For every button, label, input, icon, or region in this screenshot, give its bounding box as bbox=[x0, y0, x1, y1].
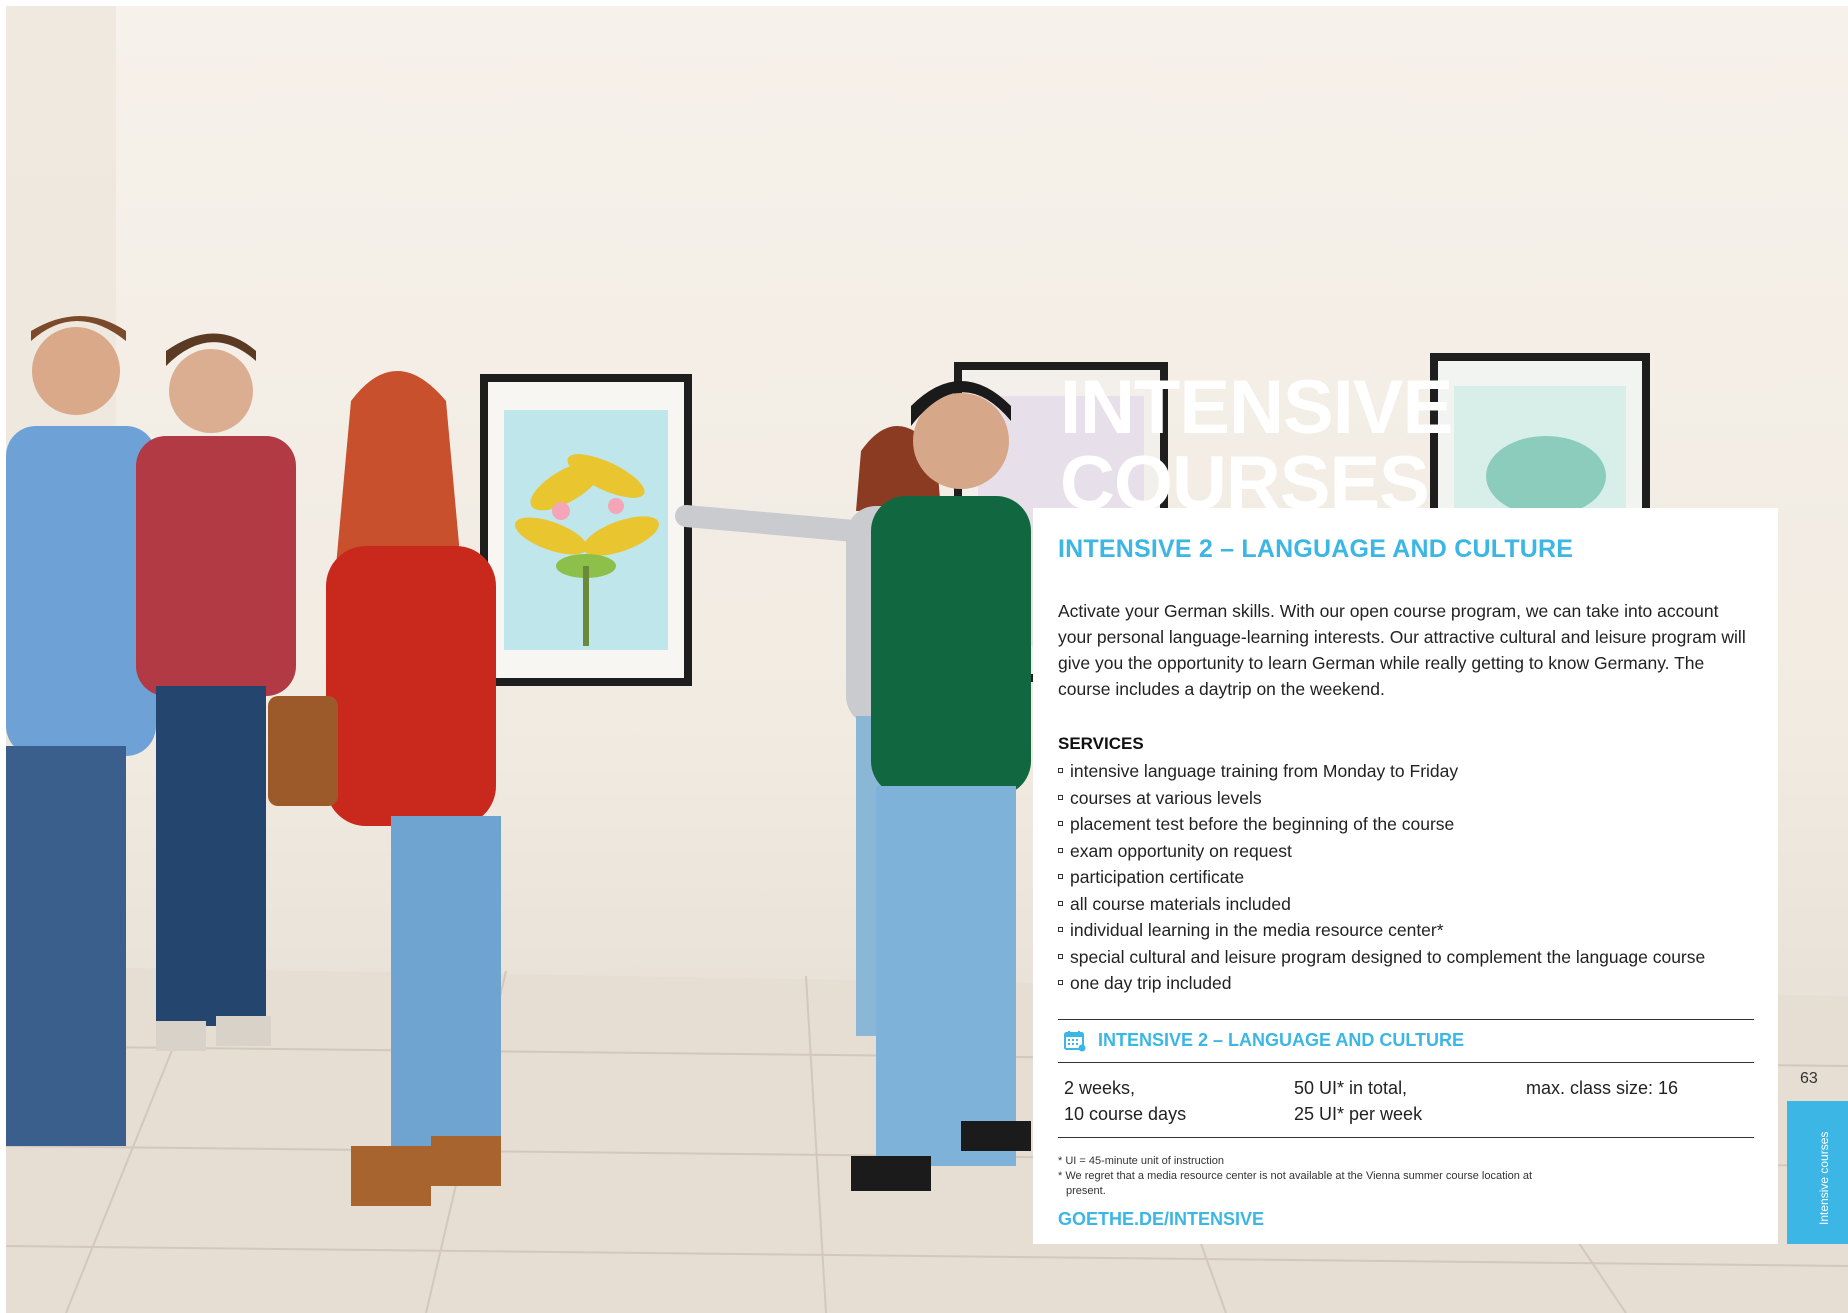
units-cell: 50 UI* in total, 25 UI* per week bbox=[1294, 1075, 1526, 1127]
calendar-icon bbox=[1064, 1030, 1086, 1051]
list-item: exam opportunity on request bbox=[1058, 838, 1754, 865]
list-item: placement test before the beginning of t… bbox=[1058, 811, 1754, 838]
class-size-text: max. class size: 16 bbox=[1526, 1077, 1679, 1098]
course-intro: Activate your German skills. With our op… bbox=[1058, 601, 1746, 699]
units-line: 25 UI* per week bbox=[1294, 1103, 1423, 1124]
services-list: intensive language training from Monday … bbox=[1058, 758, 1754, 997]
list-item: all course materials included bbox=[1058, 891, 1754, 918]
list-item: intensive language training from Monday … bbox=[1058, 758, 1754, 785]
footnote: * We regret that a media resource center… bbox=[1058, 1169, 1533, 1182]
course-url-link[interactable]: GOETHE.DE/INTENSIVE bbox=[1058, 1209, 1754, 1230]
page-title: INTENSIVE COURSES bbox=[1060, 365, 1453, 522]
units-line: 50 UI* in total, bbox=[1294, 1077, 1408, 1098]
list-item: special cultural and leisure program des… bbox=[1058, 944, 1754, 971]
duration-cell: 2 weeks, 10 course days bbox=[1064, 1075, 1294, 1127]
list-item: courses at various levels bbox=[1058, 785, 1754, 812]
services-title: SERVICES bbox=[1058, 734, 1144, 753]
list-item: participation certificate bbox=[1058, 864, 1754, 891]
class-size-cell: max. class size: 16 bbox=[1526, 1075, 1678, 1127]
section-tab[interactable]: Intensive courses bbox=[1787, 1101, 1848, 1244]
page-number: 63 bbox=[1800, 1070, 1818, 1087]
info-header: INTENSIVE 2 – LANGUAGE AND CULTURE bbox=[1058, 1020, 1754, 1063]
course-card: INTENSIVE 2 – LANGUAGE AND CULTURE Activ… bbox=[1033, 508, 1778, 1244]
footnote: present. bbox=[1066, 1184, 1106, 1197]
duration-line: 10 course days bbox=[1064, 1103, 1187, 1124]
footnote: * UI = 45-minute unit of instruction bbox=[1058, 1154, 1224, 1167]
info-row: 2 weeks, 10 course days 50 UI* in total,… bbox=[1058, 1063, 1754, 1137]
section-tab-label: Intensive courses bbox=[1817, 1131, 1831, 1225]
duration-line: 2 weeks, bbox=[1064, 1077, 1136, 1098]
list-item: individual learning in the media resourc… bbox=[1058, 917, 1754, 944]
page-title-line-1: INTENSIVE bbox=[1060, 365, 1453, 450]
course-info-box: INTENSIVE 2 – LANGUAGE AND CULTURE 2 wee… bbox=[1058, 1018, 1754, 1138]
list-item: one day trip included bbox=[1058, 970, 1754, 997]
footnotes: * UI = 45-minute unit of instruction * W… bbox=[1058, 1154, 1754, 1199]
info-heading: INTENSIVE 2 – LANGUAGE AND CULTURE bbox=[1098, 1030, 1465, 1050]
course-heading: INTENSIVE 2 – LANGUAGE AND CULTURE bbox=[1058, 535, 1574, 563]
